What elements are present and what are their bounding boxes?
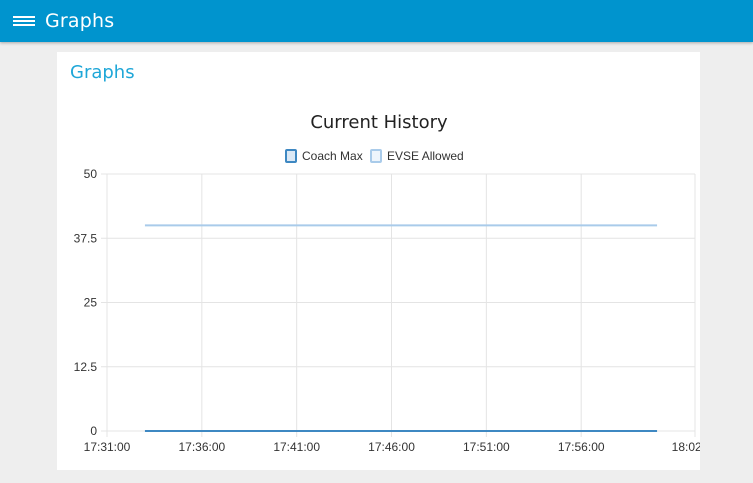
legend-item-evse-allowed[interactable]: EVSE Allowed: [370, 149, 464, 163]
app-title: Graphs: [45, 10, 115, 32]
legend-item-coach-max[interactable]: Coach Max: [285, 149, 363, 163]
y-tick-label: 12.5: [74, 360, 98, 374]
x-tick-label: 17:41:00: [273, 440, 320, 454]
x-tick-label: 17:36:00: [178, 440, 225, 454]
current-history-chart: Current History Coach Max EVSE Allowed 0…: [74, 112, 700, 454]
chart-title: Current History: [310, 112, 448, 133]
x-tick-label: 17:31:00: [84, 440, 131, 454]
x-tick-label: 17:56:00: [558, 440, 605, 454]
y-tick-label: 37.5: [74, 231, 98, 245]
legend-label-coach-max: Coach Max: [302, 149, 363, 163]
legend-swatch-evse-allowed: [370, 149, 382, 163]
x-axis-ticks: 17:31:00 17:36:00 17:41:00 17:46:00 17:51:00…: [84, 440, 700, 454]
x-tick-label: 17:51:00: [463, 440, 510, 454]
graphs-panel: Graphs Current History Coach Max EVSE Al…: [57, 52, 700, 470]
y-axis-ticks: 0 12.5 25 37.5 50: [74, 167, 98, 438]
top-app-bar: Graphs: [0, 0, 753, 42]
y-tick-label: 25: [84, 296, 98, 310]
y-tick-label: 0: [90, 424, 97, 438]
x-tick-label: 18:02:00: [672, 440, 700, 454]
x-tick-label: 17:46:00: [368, 440, 415, 454]
chart-grid: [101, 173, 696, 437]
legend-swatch-coach-max: [285, 149, 297, 163]
y-tick-label: 50: [84, 167, 98, 181]
chart-series: [144, 224, 658, 432]
chart-legend: Coach Max EVSE Allowed: [285, 149, 464, 163]
legend-label-evse-allowed: EVSE Allowed: [387, 149, 464, 163]
hamburger-menu-icon[interactable]: [13, 13, 35, 29]
